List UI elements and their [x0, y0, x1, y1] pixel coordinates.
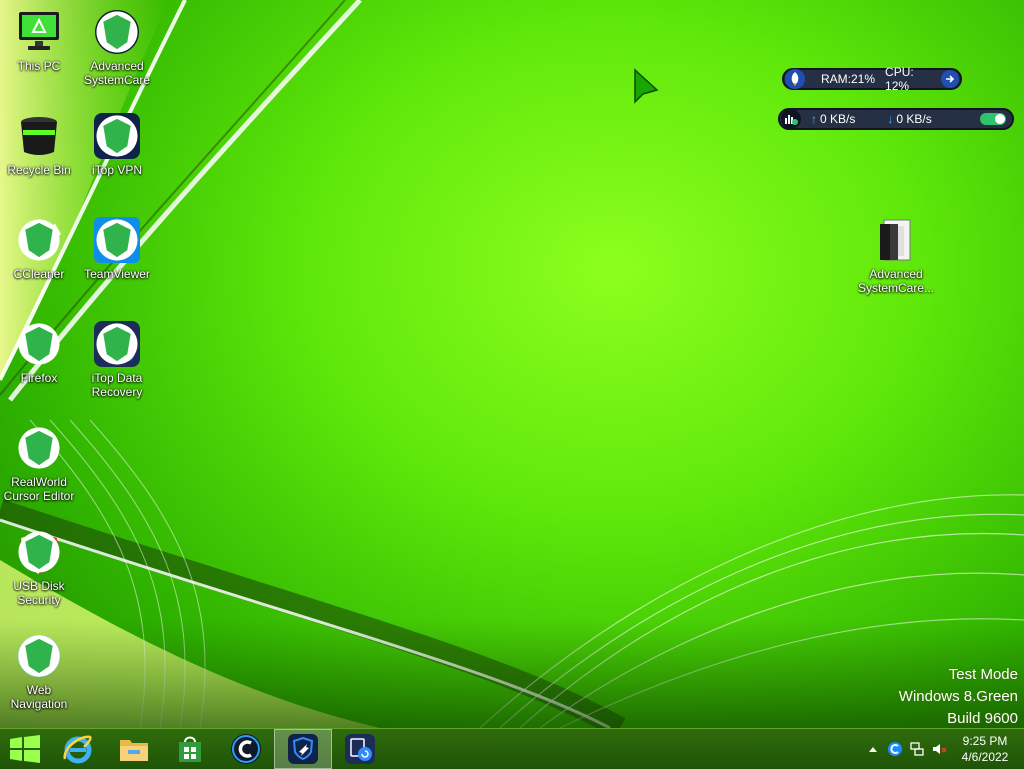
watermark-build: Build 9600	[947, 710, 1018, 727]
volume-muted-icon	[933, 744, 947, 754]
computer-icon	[19, 12, 59, 50]
desktop-icon-web-navigation[interactable]: Web Navigation	[1, 632, 77, 711]
watermark-edition: Windows 8.Green	[898, 688, 1018, 705]
desktop: This PC Recycle Bin CCleaner Firefox Rea…	[0, 0, 1024, 728]
taskbar-itop-vpn[interactable]	[274, 729, 332, 769]
taskbar-itop-data-recovery[interactable]	[332, 729, 388, 769]
advanced-systemcare-icon	[888, 742, 902, 756]
desktop-icon-label: RealWorld Cursor Editor	[3, 475, 75, 503]
desktop-icon-this-pc[interactable]: This PC	[1, 8, 77, 73]
start-button[interactable]	[0, 729, 50, 769]
shortcut-shield-icon	[18, 635, 60, 677]
itop-vpn-icon	[288, 734, 318, 764]
tray-advanced-systemcare[interactable]	[884, 738, 906, 760]
taskbar-clock[interactable]: 9:25 PM 4/6/2022	[950, 733, 1020, 765]
taskbar-store[interactable]	[162, 729, 218, 769]
desktop-icon-label: CCleaner	[13, 267, 65, 281]
desktop-icon-label: TeamViewer	[84, 267, 150, 281]
shortcut-shield-icon	[96, 115, 138, 157]
archive-file-icon	[880, 219, 911, 261]
desktop-icon-label: This PC	[17, 59, 61, 73]
desktop-icon-label: USB Disk Security	[13, 579, 65, 607]
network-widget-toggle[interactable]	[980, 113, 1006, 125]
clock-date: 4/6/2022	[961, 750, 1009, 764]
desktop-icon-usb-disk-security[interactable]: USB Disk Security	[1, 528, 77, 607]
taskbar-advanced-systemcare[interactable]	[218, 729, 274, 769]
show-hidden-icons-button[interactable]	[862, 738, 884, 760]
watermark-test-mode: Test Mode	[948, 666, 1018, 683]
shortcut-shield-icon	[96, 323, 138, 365]
recycle-bin-icon	[21, 117, 57, 155]
tray-volume[interactable]	[928, 738, 950, 760]
shortcut-shield-icon	[18, 323, 60, 365]
store-icon	[179, 736, 201, 762]
internet-explorer-icon	[63, 735, 92, 764]
desktop-icon-label: Web Navigation	[10, 683, 68, 711]
desktop-icon-label: Advanced SystemCare	[83, 59, 151, 87]
desktop-icon-recycle-bin[interactable]: Recycle Bin	[1, 112, 77, 177]
mouse-cursor-icon	[634, 68, 659, 104]
taskbar-internet-explorer[interactable]	[50, 729, 106, 769]
upload-speed: 0 KB/s	[820, 112, 856, 126]
network-icon	[910, 742, 924, 756]
taskbar-file-explorer[interactable]	[106, 729, 162, 769]
file-explorer-icon	[120, 740, 148, 761]
system-tray: 9:25 PM 4/6/2022	[862, 729, 1024, 769]
shortcut-shield-icon	[96, 11, 138, 53]
shortcut-shield-icon	[96, 219, 138, 261]
download-speed: 0 KB/s	[896, 112, 932, 126]
upload-arrow-icon: ↑	[811, 112, 817, 126]
desktop-icon-label: iTop Data Recovery	[91, 371, 143, 399]
itop-data-recovery-icon	[345, 734, 375, 764]
desktop-icon-label: Advanced SystemCare...	[857, 267, 935, 295]
desktop-icon-label: Recycle Bin	[7, 163, 71, 177]
shortcut-shield-icon	[18, 219, 60, 261]
shortcut-shield-icon	[18, 531, 60, 573]
desktop-icon-advanced-systemcare[interactable]: Advanced SystemCare	[79, 8, 155, 87]
cpu-usage: CPU: 12%	[885, 65, 914, 93]
desktop-icon-teamviewer[interactable]: TeamViewer	[79, 216, 155, 281]
taskbar: 9:25 PM 4/6/2022	[0, 728, 1024, 769]
desktop-icon-advanced-systemcare-installer[interactable]: Advanced SystemCare...	[858, 216, 934, 295]
network-shield-icon[interactable]	[781, 109, 801, 129]
desktop-icon-itop-data-recovery[interactable]: iTop Data Recovery	[79, 320, 155, 399]
arrow-right-icon[interactable]	[941, 70, 959, 88]
rocket-icon[interactable]	[785, 69, 805, 89]
desktop-icon-ccleaner[interactable]: CCleaner	[1, 216, 77, 281]
start-icon	[10, 735, 40, 763]
advanced-systemcare-icon	[231, 734, 261, 764]
chevron-up-icon	[869, 747, 877, 752]
system-monitor-widget[interactable]: RAM:21% CPU: 12%	[782, 65, 962, 93]
network-speed-widget[interactable]: ↑ 0 KB/s ↓ 0 KB/s	[778, 108, 1014, 130]
desktop-icon-label: Firefox	[20, 371, 58, 385]
desktop-icon-realworld-cursor-editor[interactable]: RealWorld Cursor Editor	[1, 424, 77, 503]
desktop-icon-firefox[interactable]: Firefox	[1, 320, 77, 385]
desktop-icon-label: iTop VPN	[91, 163, 143, 177]
ram-usage: RAM:21%	[821, 72, 876, 86]
download-arrow-icon: ↓	[887, 112, 894, 126]
shortcut-shield-icon	[18, 427, 60, 469]
clock-time: 9:25 PM	[962, 734, 1008, 748]
desktop-icon-itop-vpn[interactable]: iTop VPN	[79, 112, 155, 177]
desktop-watermark: Test Mode Windows 8.Green Build 9600	[899, 664, 1018, 728]
tray-network[interactable]	[906, 738, 928, 760]
